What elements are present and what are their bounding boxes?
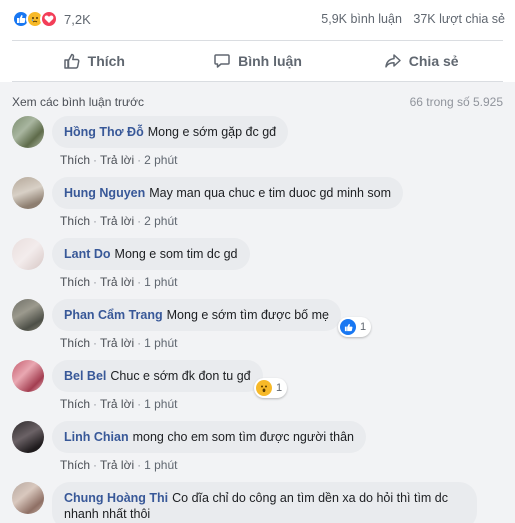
- comment-timestamp[interactable]: 2 phút: [144, 153, 177, 167]
- comment-like-link[interactable]: Thích: [60, 458, 90, 472]
- view-previous-comments-link[interactable]: Xem các bình luận trước: [12, 95, 144, 109]
- engagement-counts: 5,9K bình luận 37K lượt chia sẻ: [321, 12, 505, 26]
- comment-like-link[interactable]: Thích: [60, 397, 90, 411]
- wow-reaction-icon: [256, 380, 272, 396]
- comment-icon: [214, 54, 230, 68]
- comment-reaction-count: 1: [360, 321, 367, 333]
- commenter-name[interactable]: Phan Cẩm Trang: [64, 308, 163, 322]
- commenter-name[interactable]: Chung Hoàng Thi: [64, 491, 168, 505]
- comment-meta: Thích · Trả lời · 1 phút: [60, 397, 178, 411]
- share-count[interactable]: 37K lượt chia sẻ: [413, 12, 505, 26]
- comment-like-link[interactable]: Thích: [60, 214, 90, 228]
- thumbs-up-icon: [63, 53, 80, 69]
- share-button-label: Chia sẻ: [408, 53, 459, 69]
- comment-timestamp[interactable]: 1 phút: [144, 397, 177, 411]
- comment-bubble: Bel Bel Chuc e sớm đk đon tu gđ: [52, 360, 263, 392]
- commenter-name[interactable]: Lant Do: [64, 247, 111, 261]
- comment-text: May man qua chuc e tim duoc gd minh som: [149, 186, 392, 200]
- comment-reply-link[interactable]: Trả lời: [100, 397, 134, 411]
- comment-like-link[interactable]: Thích: [60, 275, 90, 289]
- like-button[interactable]: Thích: [12, 41, 176, 81]
- reactions-stats-bar: 7,2K 5,9K bình luận 37K lượt chia sẻ: [0, 0, 515, 40]
- reactions-summary[interactable]: 7,2K: [12, 10, 91, 28]
- comment-reply-link[interactable]: Trả lời: [100, 336, 134, 350]
- comment-reply-link[interactable]: Trả lời: [100, 275, 134, 289]
- avatar[interactable]: [12, 299, 44, 331]
- comment-meta: Thích · Trả lời · 1 phút: [60, 336, 178, 350]
- comment-text: Chuc e sớm đk đon tu gđ: [110, 369, 251, 383]
- comment-text: Mong e sớm tìm được bố mẹ: [166, 308, 329, 322]
- comment-reaction-badge[interactable]: 1: [338, 317, 372, 337]
- comment-pagination-count: 66 trong số 5.925: [409, 95, 503, 109]
- comment-bubble: Lant Do Mong e som tim dc gd: [52, 238, 250, 270]
- avatar[interactable]: [12, 238, 44, 270]
- commenter-name[interactable]: Hung Nguyen: [64, 186, 145, 200]
- comment-meta: Thích · Trả lời · 1 phút: [60, 275, 178, 289]
- post-action-bar: Thích Bình luận Chia sẻ: [12, 40, 503, 82]
- comment-timestamp[interactable]: 1 phút: [144, 458, 177, 472]
- comments-section: Xem các bình luận trước 66 trong số 5.92…: [0, 82, 515, 523]
- comment-bubble: Hồng Thơ Đỗ Mong e sớm gặp đc gđ: [52, 116, 289, 148]
- comment-bubble: Chung Hoàng Thi Co dĩa chỉ do công an tìm…: [52, 482, 477, 523]
- avatar[interactable]: [12, 482, 44, 514]
- comment-bubble: Phan Cẩm Trang Mong e sớm tìm được bố mẹ: [52, 299, 341, 331]
- commenter-name[interactable]: Bel Bel: [64, 369, 106, 383]
- like-reaction-icon: [340, 319, 356, 335]
- comment-reply-link[interactable]: Trả lời: [100, 458, 134, 472]
- comment-timestamp[interactable]: 2 phút: [144, 214, 177, 228]
- avatar[interactable]: [12, 116, 44, 148]
- avatar[interactable]: [12, 177, 44, 209]
- comment-reply-link[interactable]: Trả lời: [100, 214, 134, 228]
- comment-meta: Thích · Trả lời · 2 phút: [60, 153, 178, 167]
- like-button-label: Thích: [87, 53, 125, 69]
- comment-button-label: Bình luận: [238, 53, 302, 69]
- comment-text: mong cho em som tìm được người thân: [132, 430, 354, 444]
- comment-meta: Thích · Trả lời · 1 phút: [60, 458, 178, 472]
- comment-meta: Thích · Trả lời · 2 phút: [60, 214, 178, 228]
- comment-reaction-badge[interactable]: 1: [254, 378, 288, 398]
- love-reaction-icon: [40, 10, 58, 28]
- avatar[interactable]: [12, 360, 44, 392]
- comment-timestamp[interactable]: 1 phút: [144, 275, 177, 289]
- comment-like-link[interactable]: Thích: [60, 153, 90, 167]
- comment-reply-link[interactable]: Trả lời: [100, 153, 134, 167]
- reaction-count[interactable]: 7,2K: [64, 12, 91, 27]
- comment-button[interactable]: Bình luận: [176, 41, 340, 81]
- comment-like-link[interactable]: Thích: [60, 336, 90, 350]
- comment-bubble: Hung Nguyen May man qua chuc e tim duoc g…: [52, 177, 404, 209]
- comment-timestamp[interactable]: 1 phút: [144, 336, 177, 350]
- avatar[interactable]: [12, 421, 44, 453]
- commenter-name[interactable]: Hồng Thơ Đỗ: [64, 125, 144, 139]
- share-arrow-icon: [385, 54, 401, 68]
- comment-count[interactable]: 5,9K bình luận: [321, 12, 402, 26]
- comment-text: Mong e sớm gặp đc gđ: [147, 125, 277, 139]
- commenter-name[interactable]: Linh Chian: [64, 430, 129, 444]
- share-button[interactable]: Chia sẻ: [339, 41, 503, 81]
- comment-reaction-count: 1: [276, 382, 283, 394]
- comment-bubble: Linh Chian mong cho em som tìm được người…: [52, 421, 366, 453]
- comment-text: Mong e som tim dc gd: [114, 247, 238, 261]
